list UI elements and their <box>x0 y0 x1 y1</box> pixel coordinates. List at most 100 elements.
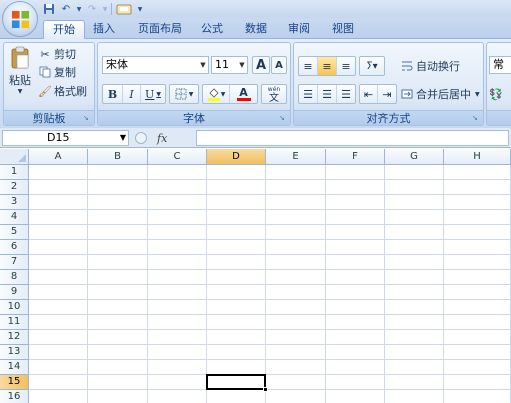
bold-button[interactable]: B <box>103 85 123 103</box>
cut-button[interactable]: ✂ 剪切 <box>38 46 76 62</box>
row-header-16[interactable]: 16 <box>0 390 29 403</box>
chevron-down-icon[interactable]: ▼ <box>76 3 82 16</box>
select-all-button[interactable] <box>0 149 29 165</box>
vertical-align-strip: ≡ ≡ ≡ <box>298 56 356 76</box>
cancel-entry-icon[interactable] <box>135 132 147 144</box>
font-name-combo[interactable]: 宋体 ▼ <box>102 56 209 74</box>
row-header-1[interactable]: 1 <box>0 165 29 180</box>
chevron-down-icon[interactable]: ▼ <box>198 57 208 73</box>
row-gridline <box>29 359 511 360</box>
chevron-down-icon[interactable]: ▼ <box>120 131 126 145</box>
align-middle-button[interactable]: ≡ <box>318 57 337 75</box>
fill-bucket-icon <box>207 88 220 101</box>
row-header-6[interactable]: 6 <box>0 240 29 255</box>
font-size-combo[interactable]: 11 ▼ <box>211 56 248 74</box>
customize-toolbar-icon[interactable]: ▼ <box>136 3 144 16</box>
row-header-7[interactable]: 7 <box>0 255 29 270</box>
column-header-e[interactable]: E <box>266 149 326 165</box>
column-header-g[interactable]: G <box>385 149 444 165</box>
column-header-f[interactable]: F <box>326 149 385 165</box>
chevron-down-icon[interactable]: ▼ <box>237 57 247 73</box>
row-header-11[interactable]: 11 <box>0 315 29 330</box>
worksheet-grid[interactable]: ABCDEFGH 1 2 3 4 5 6 7 8 9 10 11 12 13 14 15 16 <box>0 149 511 403</box>
column-header-c[interactable]: C <box>148 149 207 165</box>
dialog-launcher-icon[interactable]: ↘ <box>472 114 480 122</box>
tab-data[interactable]: 数据 <box>240 20 272 39</box>
row-gridline <box>29 284 511 285</box>
undo-icon[interactable]: ↶ <box>59 3 73 16</box>
quick-print-icon[interactable] <box>115 3 133 16</box>
orientation-button[interactable]: ⵢ▾ <box>360 57 384 75</box>
insert-function-button[interactable]: fx <box>157 132 167 145</box>
align-top-button[interactable]: ≡ <box>299 57 318 75</box>
fill-handle[interactable] <box>263 387 268 392</box>
chevron-down-icon[interactable]: ▼ <box>102 3 108 16</box>
formula-input[interactable] <box>196 130 509 146</box>
chevron-down-icon[interactable]: ▼ <box>475 91 480 98</box>
align-left-button[interactable]: ☰ <box>299 85 318 103</box>
align-bottom-button[interactable]: ≡ <box>337 57 355 75</box>
dialog-launcher-icon[interactable]: ↘ <box>83 114 91 122</box>
underline-button[interactable]: U ▼ <box>141 85 165 103</box>
chevron-down-icon: ▼ <box>188 90 194 98</box>
borders-icon <box>175 88 187 100</box>
tab-view[interactable]: 视图 <box>327 20 359 39</box>
row-header-10[interactable]: 10 <box>0 300 29 315</box>
currency-icon: 💱 <box>489 87 503 101</box>
copy-button[interactable]: 复制 <box>38 64 76 80</box>
format-painter-button[interactable]: 🖌 格式刷 <box>38 83 87 99</box>
tab-formulas[interactable]: 公式 <box>196 20 228 39</box>
increase-indent-button[interactable]: ⇥ <box>378 85 396 103</box>
row-header-15[interactable]: 15 <box>0 375 29 390</box>
number-format-combo[interactable]: 常 <box>489 56 511 74</box>
font-color-button[interactable]: A <box>230 85 257 103</box>
number-format-value: 常 <box>493 58 504 71</box>
tab-insert[interactable]: 插入 <box>88 20 120 39</box>
active-cell[interactable] <box>206 374 268 392</box>
row-gridline <box>29 389 511 390</box>
row-header-4[interactable]: 4 <box>0 210 29 225</box>
tab-review[interactable]: 审阅 <box>283 20 315 39</box>
merge-center-button[interactable]: 合并后居中 ▼ <box>400 86 480 102</box>
align-left-icon: ☰ <box>303 87 313 101</box>
merge-cells-icon <box>400 87 414 101</box>
clipboard-group: 粘贴 ▼ ✂ 剪切 复制 🖌 格式刷 剪贴板 ↘ <box>3 42 95 126</box>
fill-color-button[interactable]: ▼ <box>203 85 231 103</box>
alignment-group-label: 对齐方式 <box>294 110 483 125</box>
paste-button[interactable]: 粘贴 ▼ <box>7 46 33 106</box>
office-button[interactable] <box>2 1 38 37</box>
align-right-button[interactable]: ☰ <box>337 85 355 103</box>
row-header-9[interactable]: 9 <box>0 285 29 300</box>
dialog-launcher-icon[interactable]: ↘ <box>279 114 287 122</box>
currency-format-button[interactable]: 💱 <box>489 86 503 102</box>
row-header-3[interactable]: 3 <box>0 195 29 210</box>
tab-page-layout[interactable]: 页面布局 <box>132 20 188 39</box>
italic-button[interactable]: I <box>123 85 141 103</box>
name-box[interactable]: D15 ▼ <box>2 130 129 146</box>
row-header-5[interactable]: 5 <box>0 225 29 240</box>
row-header-12[interactable]: 12 <box>0 330 29 345</box>
row-header-2[interactable]: 2 <box>0 180 29 195</box>
phonetic-guide-button[interactable]: wén 文 <box>262 85 286 104</box>
row-gridline <box>29 194 511 195</box>
wrap-text-button[interactable]: 自动换行 <box>400 58 460 74</box>
column-header-d[interactable]: D <box>207 149 266 165</box>
shrink-font-button[interactable]: A <box>271 56 287 74</box>
redo-icon[interactable]: ↷ <box>85 3 99 16</box>
row-gridline <box>29 269 511 270</box>
grow-font-button[interactable]: A <box>252 56 270 74</box>
borders-button[interactable]: ▼ <box>170 85 198 103</box>
row-header-14[interactable]: 14 <box>0 360 29 375</box>
row-gridline <box>29 239 511 240</box>
row-header-13[interactable]: 13 <box>0 345 29 360</box>
office-logo-icon <box>11 10 30 29</box>
align-center-button[interactable]: ☰ <box>318 85 337 103</box>
decrease-indent-button[interactable]: ⇤ <box>360 85 378 103</box>
save-icon[interactable] <box>42 3 56 16</box>
indent-strip: ⇤ ⇥ <box>359 84 397 104</box>
column-header-h[interactable]: H <box>444 149 511 165</box>
column-header-b[interactable]: B <box>88 149 148 165</box>
tab-home[interactable]: 开始 <box>43 20 85 39</box>
column-header-a[interactable]: A <box>29 149 88 165</box>
row-header-8[interactable]: 8 <box>0 270 29 285</box>
